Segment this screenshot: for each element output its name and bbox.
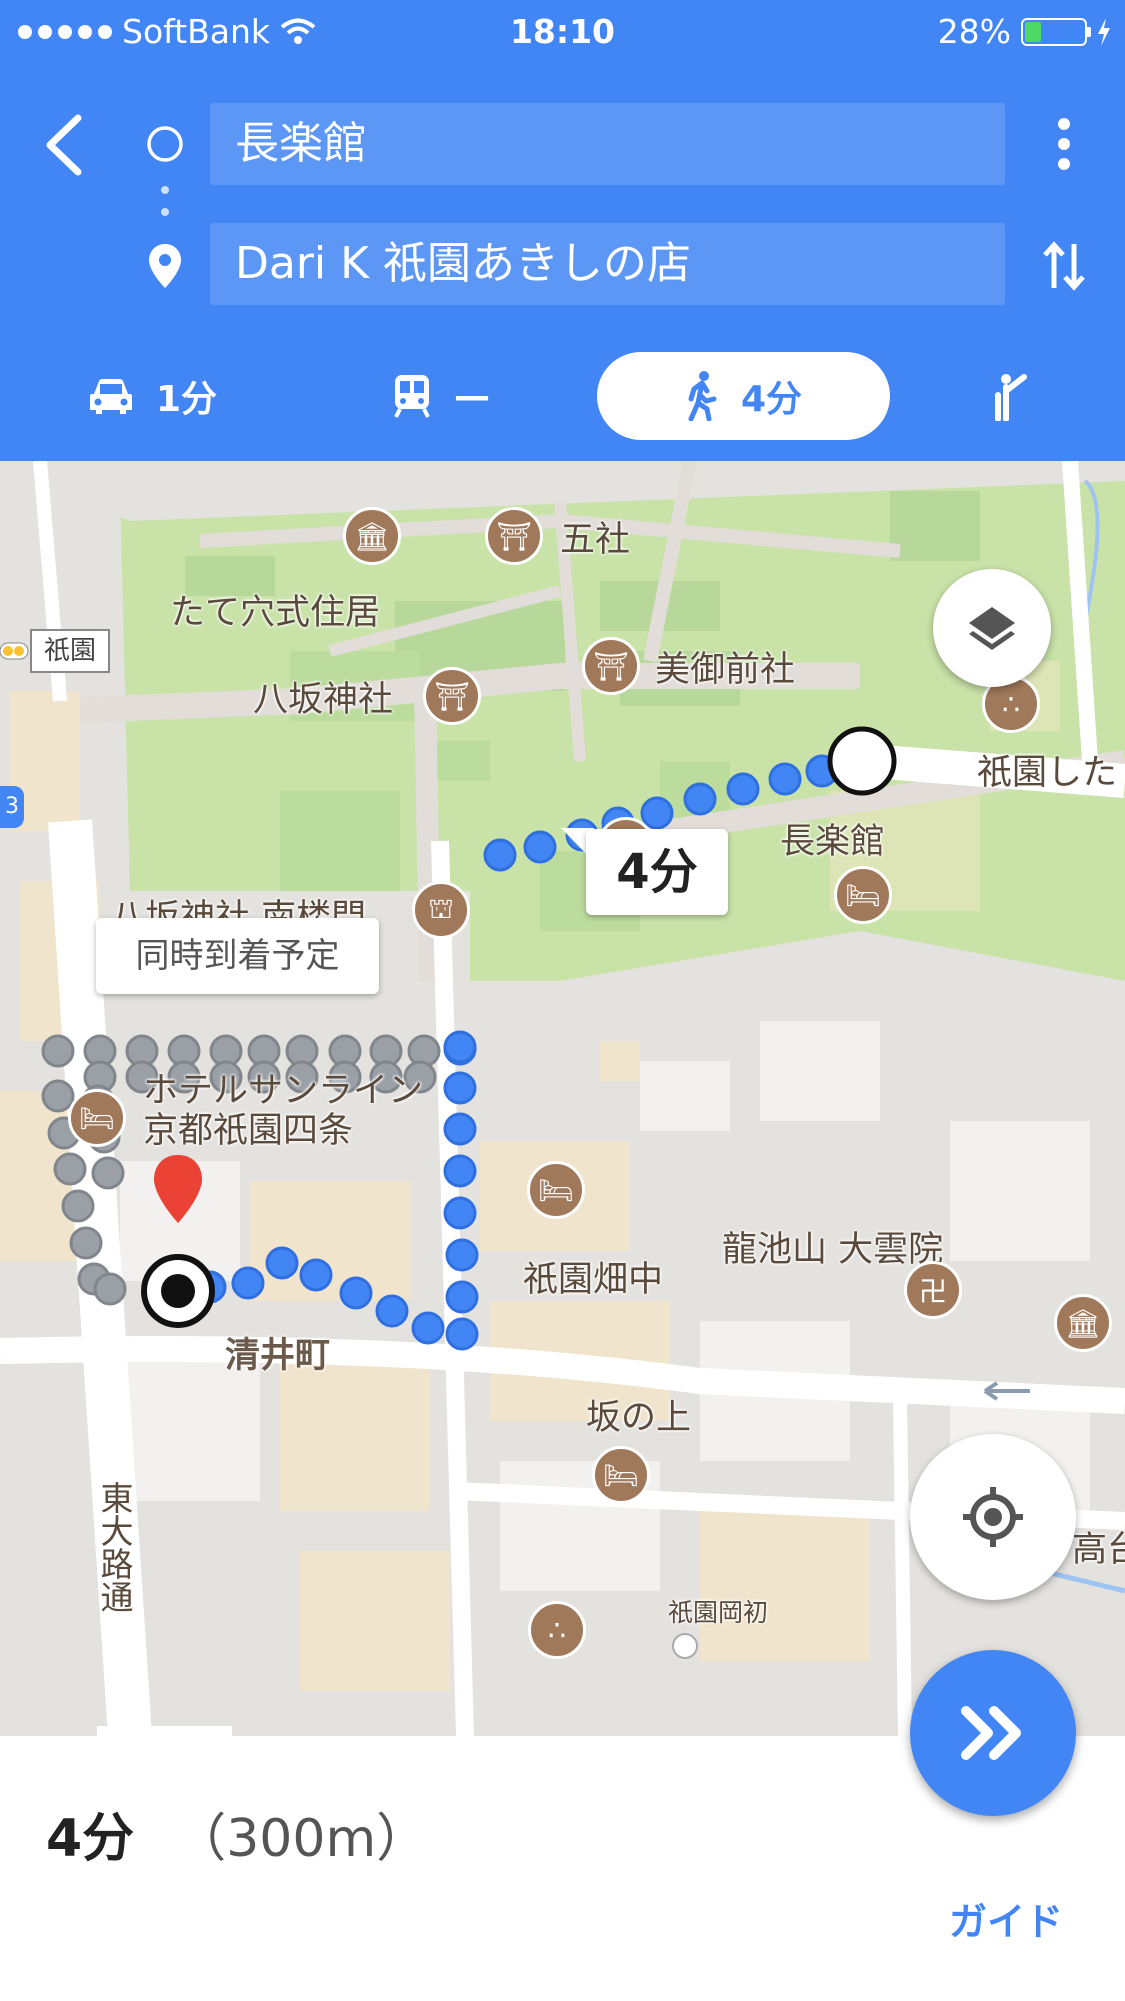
double-chevron-icon bbox=[961, 1706, 1021, 1760]
summary-distance: （300m） bbox=[174, 1809, 429, 1869]
ride-hail-icon bbox=[995, 374, 1027, 421]
map-label-yasaka: 八坂神社 bbox=[253, 680, 394, 720]
map-label-sakanoue: 坂の上 bbox=[586, 1398, 692, 1438]
map-label-hatanaka: 祇園畑中 bbox=[523, 1260, 664, 1300]
map-label-gion-shi: 祇園した bbox=[977, 753, 1118, 793]
layers-button[interactable] bbox=[933, 569, 1051, 687]
hotel-icon[interactable]: 🛏 bbox=[68, 1089, 126, 1147]
map-label-hotel: ホテルサンライン 京都祇園四条 bbox=[143, 1071, 424, 1151]
shrine-icon[interactable]: ⛩ bbox=[423, 667, 481, 725]
map-label-goshya: 五社 bbox=[560, 520, 631, 560]
travel-mode-bar: 1分 — 4分 bbox=[0, 352, 1125, 440]
route-summary: 4分 （300m） bbox=[46, 1796, 428, 1871]
route-duration-callout[interactable]: 4分 bbox=[586, 829, 728, 915]
museum-icon[interactable]: 🏛 bbox=[1054, 1294, 1112, 1352]
destination-pin-icon bbox=[149, 244, 181, 288]
shrine-icon[interactable]: ⛩ bbox=[582, 637, 640, 695]
mode-car-label: 1分 bbox=[156, 379, 218, 420]
walk-icon bbox=[688, 371, 717, 421]
map-view[interactable]: 🏛 ⛩ 五社 たて穴式住居 祇園 八坂神社 ⛩ ⛩ 美御前社 ∴ 祇園した 3 … bbox=[0, 461, 1125, 1736]
route-dots-icon bbox=[161, 186, 169, 216]
station-marker bbox=[672, 1633, 698, 1659]
destination-pin-icon bbox=[154, 1155, 202, 1223]
map-label-ryuchisan: 龍池山 大雲院 bbox=[722, 1230, 944, 1270]
destination-input[interactable]: Dari K 祇園あきしの店 bbox=[210, 223, 1005, 305]
temple-icon[interactable]: 卍 bbox=[904, 1261, 962, 1319]
map-label-taka: 高台 bbox=[1072, 1530, 1125, 1570]
layers-icon bbox=[969, 607, 1015, 650]
my-location-button[interactable] bbox=[910, 1434, 1076, 1600]
map-label-okahatsu: 祇園岡初 bbox=[668, 1598, 769, 1627]
route-duration-text: 4分 bbox=[616, 844, 698, 900]
back-icon[interactable] bbox=[38, 110, 98, 180]
mode-ride[interactable] bbox=[990, 352, 1032, 440]
battery-status: 28% bbox=[938, 12, 1111, 51]
mode-car[interactable]: 1分 bbox=[88, 352, 217, 440]
museum-icon[interactable]: 🏛 bbox=[343, 507, 401, 565]
shrine-icon[interactable]: ⛩ bbox=[485, 507, 543, 565]
summary-duration: 4分 bbox=[46, 1809, 135, 1869]
charging-icon bbox=[1098, 17, 1110, 46]
battery-percent: 28% bbox=[937, 12, 1011, 51]
traffic-light-icon bbox=[0, 642, 29, 660]
hotel-icon[interactable]: 🛏 bbox=[834, 866, 892, 924]
mode-transit[interactable]: — bbox=[392, 352, 490, 440]
map-label-tateana: たて穴式住居 bbox=[170, 593, 381, 633]
hotel-icon[interactable]: 🛏 bbox=[592, 1446, 650, 1504]
map-label-kiyoi: 清井町 bbox=[225, 1336, 331, 1376]
map-label-higashioji: 東大路通 bbox=[95, 1481, 134, 1613]
car-icon bbox=[90, 379, 132, 414]
origin-input[interactable]: 長楽館 bbox=[210, 103, 1005, 185]
hotel-icon[interactable]: 🛏 bbox=[527, 1161, 585, 1219]
arrival-callout-text: 同時到着予定 bbox=[135, 936, 340, 976]
battery-icon bbox=[1021, 17, 1091, 46]
train-icon bbox=[394, 375, 430, 418]
gate-icon[interactable]: ⛫ bbox=[412, 881, 470, 939]
gion-sign: 祇園 bbox=[30, 629, 110, 673]
status-bar: SoftBank 18:10 28% bbox=[0, 0, 1125, 62]
map-label-chorakukan: 長楽館 bbox=[780, 822, 886, 862]
directions-header: SoftBank 18:10 28% 長楽館 Dari K 祇園あきしの店 1分… bbox=[0, 0, 1125, 461]
mode-walk-label: 4分 bbox=[740, 379, 803, 420]
route-number-badge: 3 bbox=[0, 786, 24, 828]
my-location-icon bbox=[963, 1487, 1023, 1547]
swap-icon[interactable] bbox=[1042, 240, 1086, 292]
origin-circle-icon bbox=[147, 126, 183, 162]
mode-transit-label: — bbox=[454, 375, 490, 417]
shop-icon[interactable]: ∴ bbox=[528, 1601, 586, 1659]
more-options-icon[interactable] bbox=[1052, 116, 1076, 172]
arrival-callout: 同時到着予定 bbox=[96, 918, 379, 994]
guide-button[interactable]: ガイド bbox=[949, 1891, 1063, 1946]
start-navigation-button[interactable] bbox=[910, 1650, 1076, 1816]
origin-marker bbox=[827, 726, 897, 796]
mode-walk[interactable]: 4分 bbox=[597, 352, 890, 440]
map-label-mimae: 美御前社 bbox=[655, 650, 796, 690]
